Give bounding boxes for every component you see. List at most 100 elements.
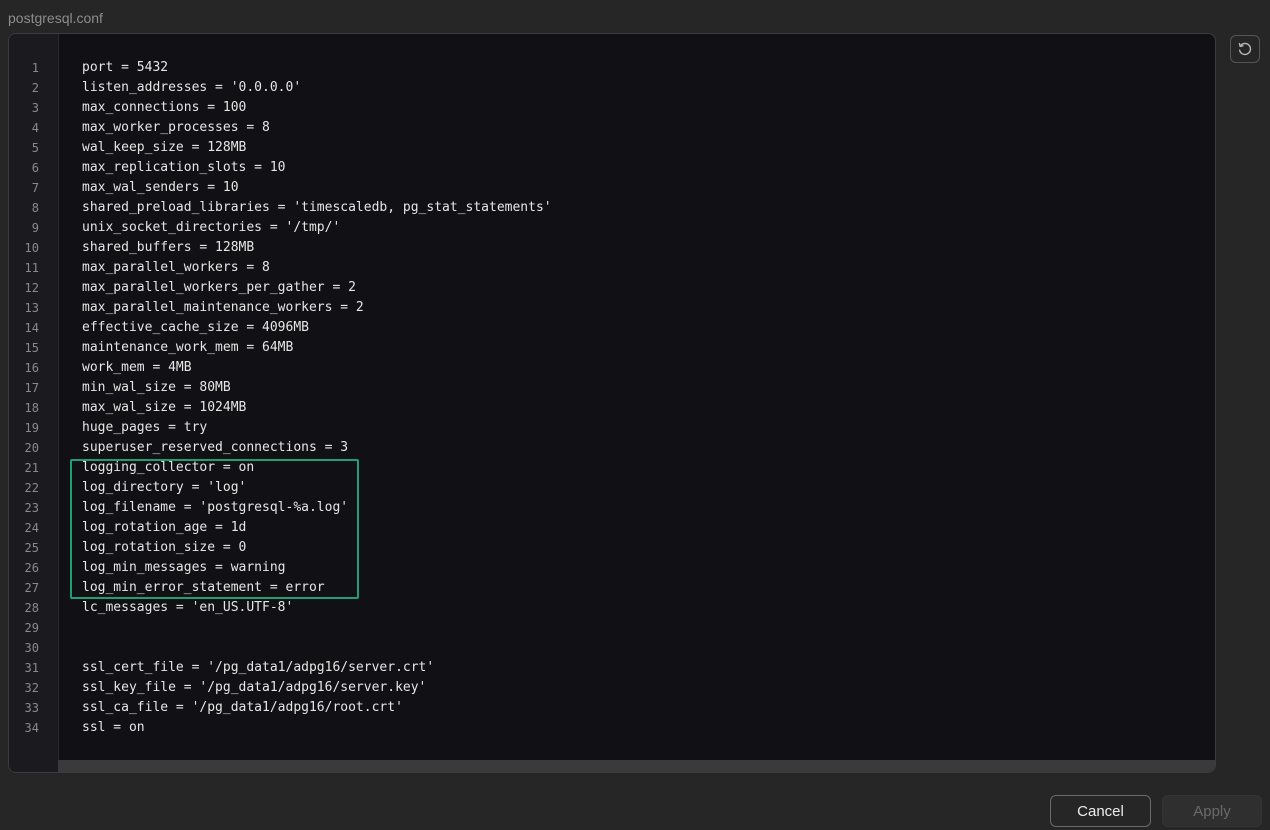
line-text[interactable]: huge_pages = try: [82, 418, 207, 438]
line-number: 3: [31, 101, 39, 115]
code-line[interactable]: 25 log_rotation_size = 0: [9, 538, 1215, 558]
line-text[interactable]: unix_socket_directories = '/tmp/': [82, 218, 340, 238]
line-text[interactable]: ssl_ca_file = '/pg_data1/adpg16/root.crt…: [82, 698, 403, 718]
line-number: 12: [24, 281, 39, 295]
line-number: 11: [24, 261, 39, 275]
code-line[interactable]: 10 shared_buffers = 128MB: [9, 238, 1215, 258]
line-text[interactable]: max_parallel_maintenance_workers = 2: [82, 298, 364, 318]
line-text[interactable]: ssl_cert_file = '/pg_data1/adpg16/server…: [82, 658, 434, 678]
code-line[interactable]: 16 work_mem = 4MB: [9, 358, 1215, 378]
line-number: 24: [24, 521, 39, 535]
line-text[interactable]: log_min_messages = warning: [82, 558, 286, 578]
code-line[interactable]: 26 log_min_messages = warning: [9, 558, 1215, 578]
code-line[interactable]: 32 ssl_key_file = '/pg_data1/adpg16/serve…: [9, 678, 1215, 698]
code-line[interactable]: 19 huge_pages = try: [9, 418, 1215, 438]
code-line[interactable]: 6 max_replication_slots = 10: [9, 158, 1215, 178]
line-text[interactable]: max_worker_processes = 8: [82, 118, 270, 138]
code-line[interactable]: 9 unix_socket_directories = '/tmp/': [9, 218, 1215, 238]
file-title: postgresql.conf: [8, 10, 103, 26]
line-text[interactable]: log_rotation_age = 1d: [82, 518, 246, 538]
line-text[interactable]: wal_keep_size = 128MB: [82, 138, 246, 158]
line-number: 2: [31, 81, 39, 95]
code-line[interactable]: 29: [9, 618, 1215, 638]
line-number: 25: [24, 541, 39, 555]
line-text[interactable]: shared_buffers = 128MB: [82, 238, 254, 258]
line-number: 26: [24, 561, 39, 575]
code-line[interactable]: 21 logging_collector = on: [9, 458, 1215, 478]
line-text[interactable]: min_wal_size = 80MB: [82, 378, 231, 398]
code-line[interactable]: 31 ssl_cert_file = '/pg_data1/adpg16/serv…: [9, 658, 1215, 678]
code-line[interactable]: 4 max_worker_processes = 8: [9, 118, 1215, 138]
line-number: 22: [24, 481, 39, 495]
line-number: 7: [31, 181, 39, 195]
code-line[interactable]: 11 max_parallel_workers = 8: [9, 258, 1215, 278]
code-line[interactable]: 3 max_connections = 100: [9, 98, 1215, 118]
line-text[interactable]: lc_messages = 'en_US.UTF-8': [82, 598, 293, 618]
code-line[interactable]: 7 max_wal_senders = 10: [9, 178, 1215, 198]
line-number: 33: [24, 701, 39, 715]
line-number: 10: [24, 241, 39, 255]
code-line[interactable]: 1 port = 5432: [9, 58, 1215, 78]
code-line[interactable]: 18 max_wal_size = 1024MB: [9, 398, 1215, 418]
line-number: 1: [31, 61, 39, 75]
line-text[interactable]: log_directory = 'log': [82, 478, 246, 498]
line-number: 20: [24, 441, 39, 455]
line-number: 29: [24, 621, 39, 635]
line-number: 18: [24, 401, 39, 415]
line-text[interactable]: max_wal_size = 1024MB: [82, 398, 246, 418]
code-line[interactable]: 34 ssl = on: [9, 718, 1215, 738]
line-text[interactable]: shared_preload_libraries = 'timescaledb,…: [82, 198, 552, 218]
code-line[interactable]: 13 max_parallel_maintenance_workers = 2: [9, 298, 1215, 318]
line-text[interactable]: logging_collector = on: [82, 458, 254, 478]
line-text[interactable]: log_rotation_size = 0: [82, 538, 246, 558]
line-number: 15: [24, 341, 39, 355]
cancel-button[interactable]: Cancel: [1050, 795, 1151, 827]
line-text[interactable]: max_wal_senders = 10: [82, 178, 239, 198]
code-line[interactable]: 30: [9, 638, 1215, 658]
line-text[interactable]: max_parallel_workers = 8: [82, 258, 270, 278]
line-text[interactable]: listen_addresses = '0.0.0.0': [82, 78, 301, 98]
code-editor[interactable]: 1 port = 5432 2 listen_addresses = '0.0.0.0…: [8, 33, 1216, 773]
line-text[interactable]: max_replication_slots = 10: [82, 158, 286, 178]
code-line[interactable]: 20 superuser_reserved_connections = 3: [9, 438, 1215, 458]
line-text[interactable]: superuser_reserved_connections = 3: [82, 438, 348, 458]
code-line[interactable]: 17 min_wal_size = 80MB: [9, 378, 1215, 398]
horizontal-scrollbar[interactable]: [58, 760, 1215, 772]
code-line[interactable]: 33 ssl_ca_file = '/pg_data1/adpg16/root.c…: [9, 698, 1215, 718]
code-line[interactable]: 22 log_directory = 'log': [9, 478, 1215, 498]
code-line[interactable]: 23 log_filename = 'postgresql-%a.log': [9, 498, 1215, 518]
line-text[interactable]: ssl = on: [82, 718, 145, 738]
line-number: 17: [24, 381, 39, 395]
line-number: 34: [24, 721, 39, 735]
code-line[interactable]: 24 log_rotation_age = 1d: [9, 518, 1215, 538]
line-text[interactable]: port = 5432: [82, 58, 168, 78]
line-number: 30: [24, 641, 39, 655]
code-line[interactable]: 2 listen_addresses = '0.0.0.0': [9, 78, 1215, 98]
code-line[interactable]: 14 effective_cache_size = 4096MB: [9, 318, 1215, 338]
line-text[interactable]: effective_cache_size = 4096MB: [82, 318, 309, 338]
line-text[interactable]: max_connections = 100: [82, 98, 246, 118]
code-line[interactable]: 27 log_min_error_statement = error: [9, 578, 1215, 598]
line-text[interactable]: maintenance_work_mem = 64MB: [82, 338, 293, 358]
line-number: 19: [24, 421, 39, 435]
code-line[interactable]: 28 lc_messages = 'en_US.UTF-8': [9, 598, 1215, 618]
line-text[interactable]: log_min_error_statement = error: [82, 578, 325, 598]
line-number: 23: [24, 501, 39, 515]
code-line[interactable]: 12 max_parallel_workers_per_gather = 2: [9, 278, 1215, 298]
code-line[interactable]: 8 shared_preload_libraries = 'timescaledb…: [9, 198, 1215, 218]
line-number: 8: [31, 201, 39, 215]
reset-button[interactable]: [1230, 35, 1260, 63]
line-text[interactable]: max_parallel_workers_per_gather = 2: [82, 278, 356, 298]
line-number: 5: [31, 141, 39, 155]
line-number: 32: [24, 681, 39, 695]
line-number: 14: [24, 321, 39, 335]
code-lines: 1 port = 5432 2 listen_addresses = '0.0.0.0…: [9, 58, 1215, 738]
line-text[interactable]: log_filename = 'postgresql-%a.log': [82, 498, 348, 518]
line-text[interactable]: ssl_key_file = '/pg_data1/adpg16/server.…: [82, 678, 426, 698]
line-number: 13: [24, 301, 39, 315]
code-line[interactable]: 15 maintenance_work_mem = 64MB: [9, 338, 1215, 358]
apply-button[interactable]: Apply: [1162, 795, 1262, 827]
line-number: 4: [31, 121, 39, 135]
line-text[interactable]: work_mem = 4MB: [82, 358, 192, 378]
code-line[interactable]: 5 wal_keep_size = 128MB: [9, 138, 1215, 158]
